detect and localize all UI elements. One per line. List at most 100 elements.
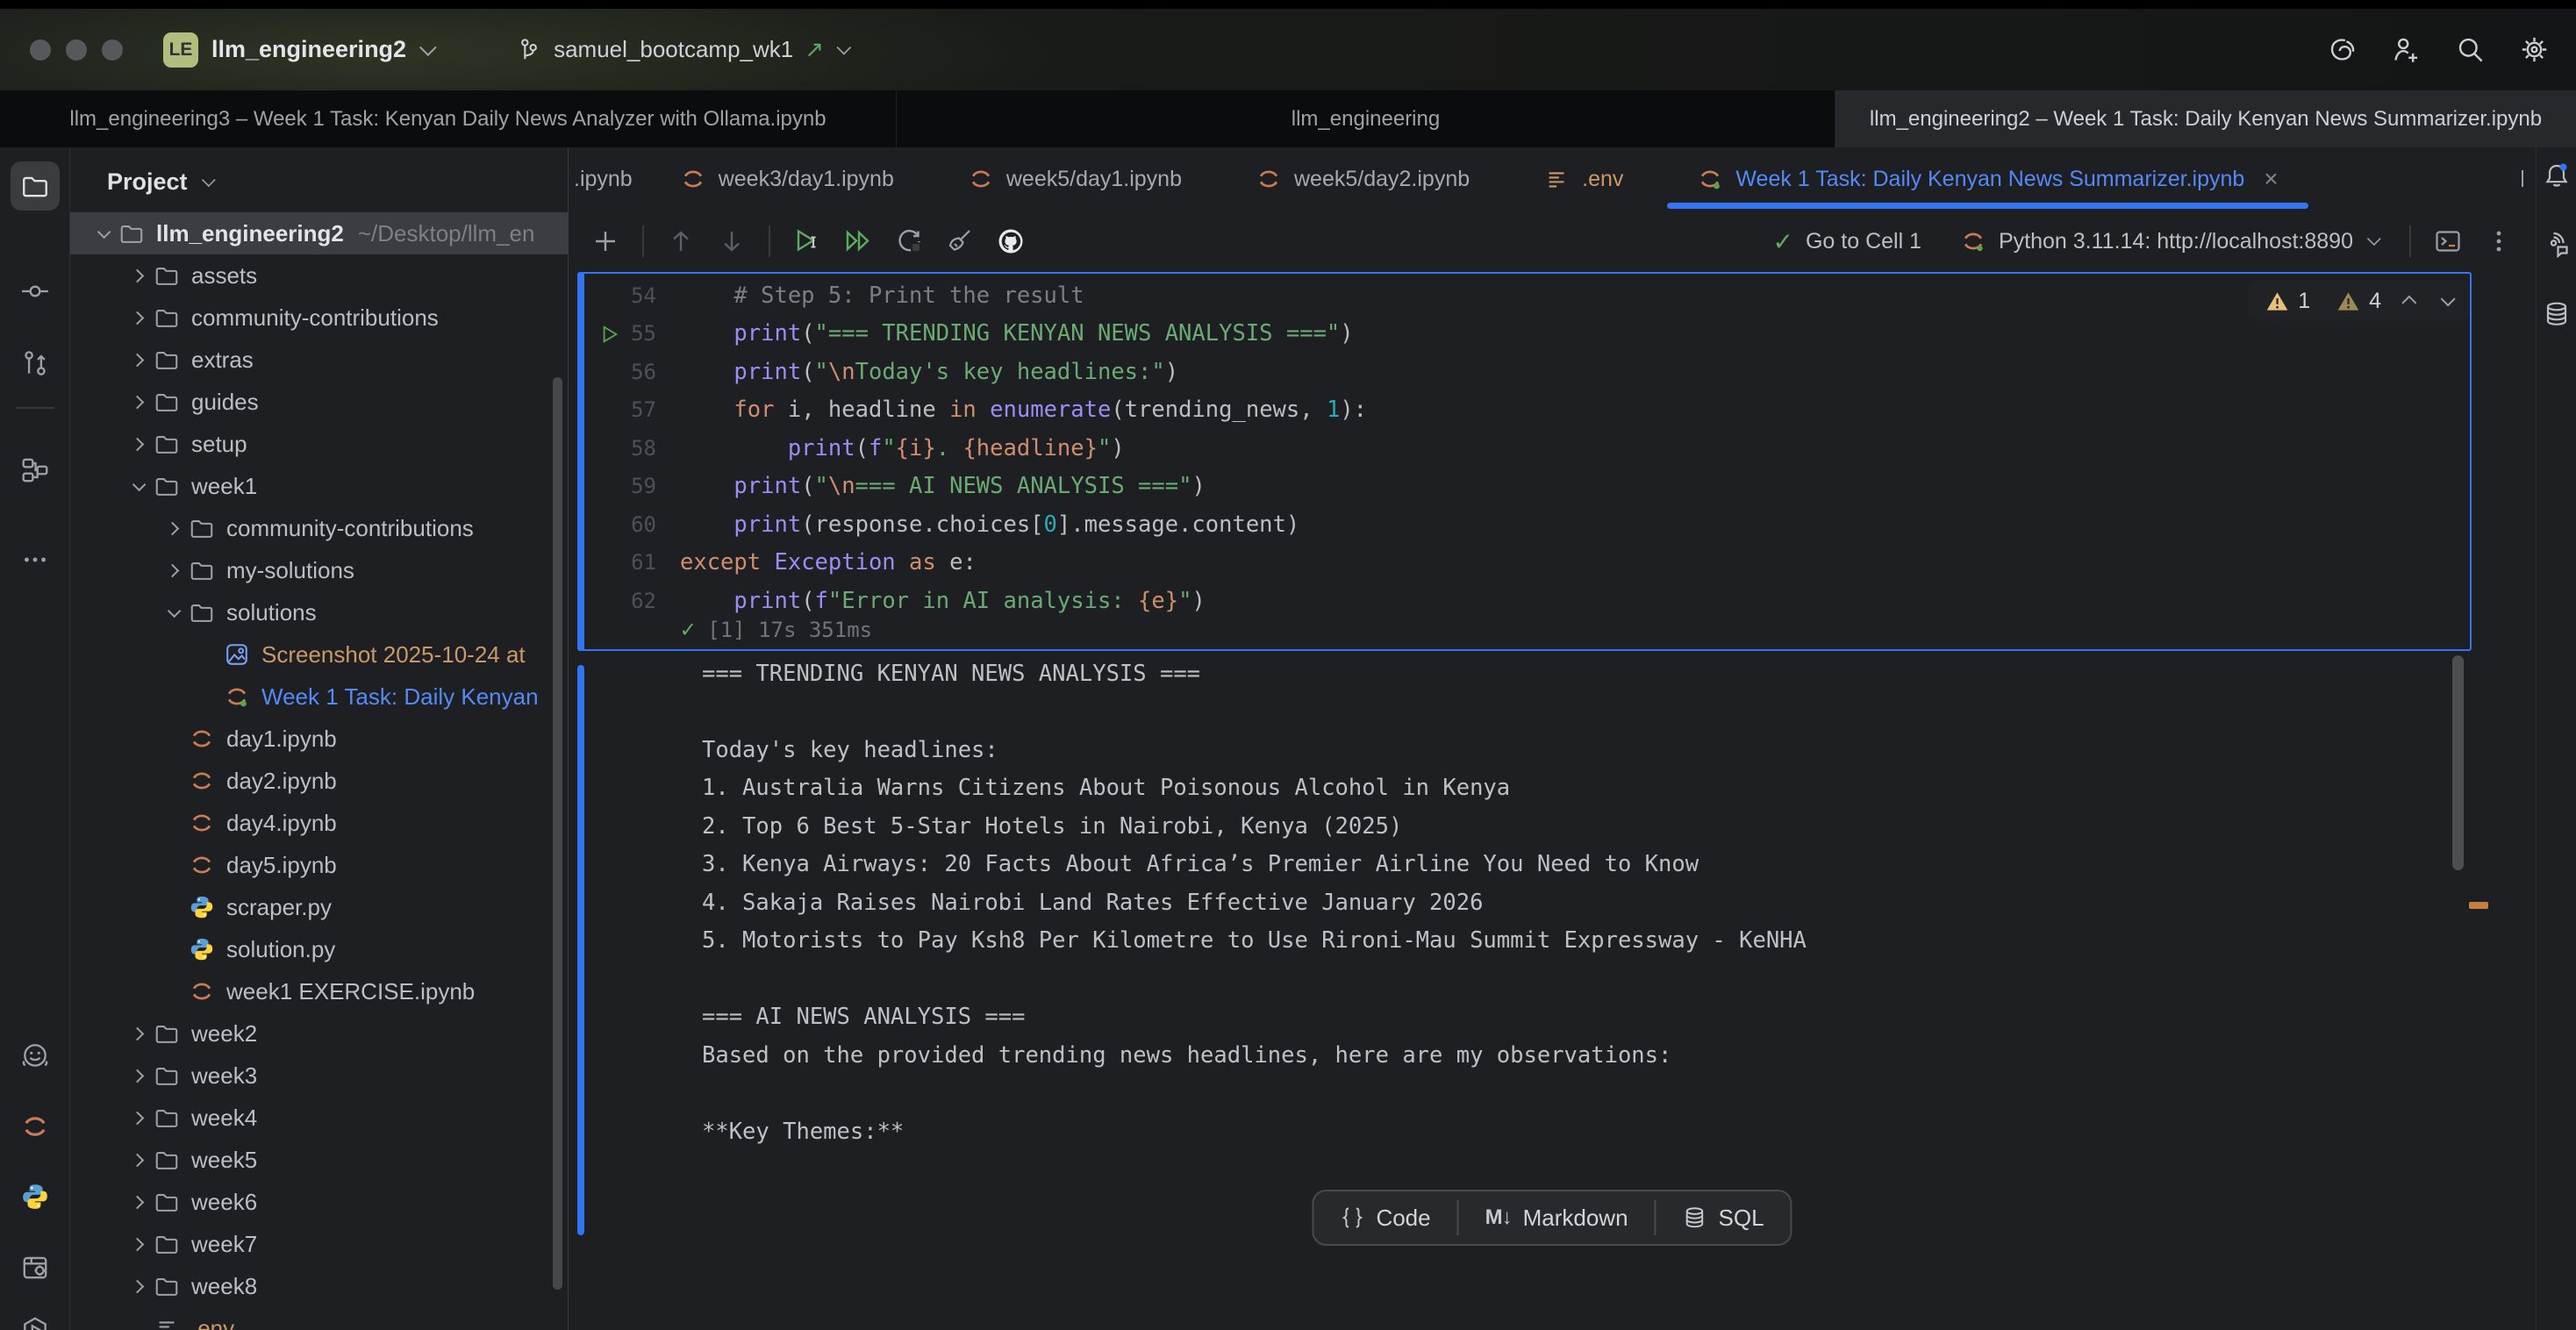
tree-item--env[interactable]: .env	[70, 1307, 568, 1330]
restart-kernel-button[interactable]	[895, 227, 923, 255]
settings-gear-icon[interactable]	[2519, 34, 2550, 65]
run-line-arrow-icon[interactable]	[600, 325, 619, 344]
chevron-right-icon[interactable]	[121, 1029, 153, 1039]
code-cell[interactable]: 54 # Step 5: Print the result55 print("=…	[577, 272, 2472, 651]
tree-item-week3[interactable]: week3	[70, 1055, 568, 1097]
code-line-58[interactable]: 58 print(f"{i}. {headline}")	[584, 429, 2470, 468]
chevron-right-icon[interactable]	[156, 524, 188, 533]
run-all-cells-button[interactable]	[844, 227, 872, 255]
project-panel-header[interactable]: Project	[70, 147, 568, 196]
more-options-kebab-icon[interactable]	[2485, 227, 2513, 255]
editor-tab-week5-day2-ipynb[interactable]: week5/day2.ipynb	[1219, 147, 1506, 211]
code-line-60[interactable]: 60 print(response.choices[0].message.con…	[584, 505, 2470, 544]
run-cell-button[interactable]	[793, 227, 821, 255]
move-cell-up-button[interactable]	[667, 227, 695, 255]
chevron-right-icon[interactable]	[121, 1071, 153, 1081]
window-controls[interactable]	[30, 39, 123, 61]
tree-item-week5[interactable]: week5	[70, 1139, 568, 1181]
code-cell-button[interactable]: Code	[1313, 1191, 1456, 1244]
previous-problem-chevron-icon[interactable]	[2401, 296, 2416, 311]
markdown-cell-button[interactable]: M↓Markdown	[1459, 1191, 1655, 1244]
code-line-56[interactable]: 56 print("\nToday's key headlines:")	[584, 353, 2470, 391]
tree-item-llm-engineering2[interactable]: llm_engineering2~/Desktop/llm_en	[70, 212, 568, 254]
zoom-window-button[interactable]	[102, 39, 123, 61]
jupyter-console-icon[interactable]	[2434, 227, 2462, 255]
minimize-window-button[interactable]	[66, 39, 87, 61]
notebook-editor[interactable]: 54 # Step 5: Print the result55 print("=…	[569, 272, 2536, 1330]
close-tab-icon[interactable]: ×	[2264, 165, 2278, 193]
tree-item-community-contributions[interactable]: community-contributions	[70, 507, 568, 549]
tree-item-community-contributions[interactable]: community-contributions	[70, 297, 568, 339]
window-tab-2[interactable]: llm_engineering	[897, 90, 1835, 147]
chevron-right-icon[interactable]	[121, 1240, 153, 1249]
editor-tab--env[interactable]: .env	[1506, 147, 1660, 211]
go-to-cell-widget[interactable]: ✓ Go to Cell 1	[1773, 227, 1921, 256]
tree-item-week8[interactable]: week8	[70, 1265, 568, 1307]
tree-item-week2[interactable]: week2	[70, 1012, 568, 1055]
git-branch-widget[interactable]: samuel_bootcamp_wk1 ↗	[516, 36, 848, 63]
editor-tab-week3-day1-ipynb[interactable]: week3/day1.ipynb	[643, 147, 931, 211]
chevron-right-icon[interactable]	[121, 397, 153, 407]
github-icon[interactable]	[997, 227, 1025, 255]
tree-item-solution-py[interactable]: solution.py	[70, 928, 568, 970]
chevron-right-icon[interactable]	[121, 1282, 153, 1291]
chevron-right-icon[interactable]	[121, 1155, 153, 1165]
chevron-down-icon[interactable]	[156, 608, 188, 618]
code-line-59[interactable]: 59 print("\n=== AI NEWS ANALYSIS ===")	[584, 468, 2470, 506]
add-user-icon[interactable]	[2391, 34, 2422, 65]
project-folder-icon[interactable]	[11, 161, 60, 211]
window-tab-3[interactable]: llm_engineering2 – Week 1 Task: Daily Ke…	[1835, 90, 2576, 147]
tree-item-week7[interactable]: week7	[70, 1223, 568, 1265]
tree-item-extras[interactable]: extras	[70, 339, 568, 381]
tree-item-scraper-py[interactable]: scraper.py	[70, 886, 568, 928]
project-tree-scrollbar[interactable]	[553, 377, 562, 1290]
ai-chat-icon[interactable]	[2541, 228, 2572, 260]
chevron-right-icon[interactable]	[121, 355, 153, 365]
chevron-down-icon[interactable]	[121, 482, 153, 491]
project-widget[interactable]: LE llm_engineering2	[163, 32, 432, 68]
tree-item-week6[interactable]: week6	[70, 1181, 568, 1223]
tree-item-day5-ipynb[interactable]: day5.ipynb	[70, 844, 568, 886]
tree-item-assets[interactable]: assets	[70, 254, 568, 297]
chevron-right-icon[interactable]	[121, 1113, 153, 1123]
editor-tab--ipynb[interactable]: .ipynb	[569, 147, 643, 211]
code-line-61[interactable]: 61except Exception as e:	[584, 544, 2470, 583]
close-window-button[interactable]	[30, 39, 51, 61]
inspections-widget[interactable]: 1 4	[2248, 281, 2469, 321]
window-tab-1[interactable]: llm_engineering3 – Week 1 Task: Kenyan D…	[0, 90, 897, 147]
editor-tab-week5-day1-ipynb[interactable]: week5/day1.ipynb	[931, 147, 1219, 211]
chevron-down-icon[interactable]	[86, 229, 118, 239]
hidden-tabs-chevron-icon[interactable]	[2522, 170, 2523, 186]
tree-item-day4-ipynb[interactable]: day4.ipynb	[70, 802, 568, 844]
structure-icon[interactable]	[11, 446, 60, 495]
editor-tab-week-1-task-daily-kenyan-news-summarizer-ipynb[interactable]: Week 1 Task: Daily Kenyan News Summarize…	[1660, 147, 2315, 211]
commit-icon[interactable]	[11, 267, 60, 316]
database-icon[interactable]	[2541, 298, 2572, 330]
tree-item-week-1-task-daily-kenyan[interactable]: Week 1 Task: Daily Kenyan	[70, 676, 568, 718]
chevron-right-icon[interactable]	[121, 271, 153, 281]
tree-item-solutions[interactable]: solutions	[70, 591, 568, 633]
python-icon[interactable]	[11, 1172, 60, 1221]
chevron-right-icon[interactable]	[121, 1198, 153, 1207]
clear-outputs-broom-icon[interactable]	[946, 227, 974, 255]
kernel-selector[interactable]: Python 3.11.14: http://localhost:8890	[1960, 228, 2378, 254]
python-packages-icon[interactable]	[11, 1242, 60, 1291]
chevron-right-icon[interactable]	[121, 313, 153, 323]
more-icon[interactable]	[11, 535, 60, 584]
tree-item-setup[interactable]: setup	[70, 423, 568, 465]
tree-item-day1-ipynb[interactable]: day1.ipynb	[70, 718, 568, 760]
next-problem-chevron-icon[interactable]	[2441, 291, 2456, 306]
chevron-right-icon[interactable]	[156, 566, 188, 576]
editor-scrollbar[interactable]	[2452, 655, 2464, 870]
code-line-62[interactable]: 62 print(f"Error in AI analysis: {e}")	[584, 582, 2470, 620]
chevron-right-icon[interactable]	[121, 440, 153, 449]
jupyter-icon[interactable]	[11, 1102, 60, 1151]
notifications-icon[interactable]	[2541, 160, 2572, 191]
sql-cell-button[interactable]: SQL	[1657, 1191, 1791, 1244]
code-line-54[interactable]: 54 # Step 5: Print the result	[584, 276, 2470, 315]
tree-item-week1[interactable]: week1	[70, 465, 568, 507]
huggingface-icon[interactable]	[11, 1032, 60, 1081]
search-icon[interactable]	[2455, 34, 2486, 65]
tree-item-day2-ipynb[interactable]: day2.ipynb	[70, 760, 568, 802]
services-icon[interactable]	[11, 1305, 60, 1330]
